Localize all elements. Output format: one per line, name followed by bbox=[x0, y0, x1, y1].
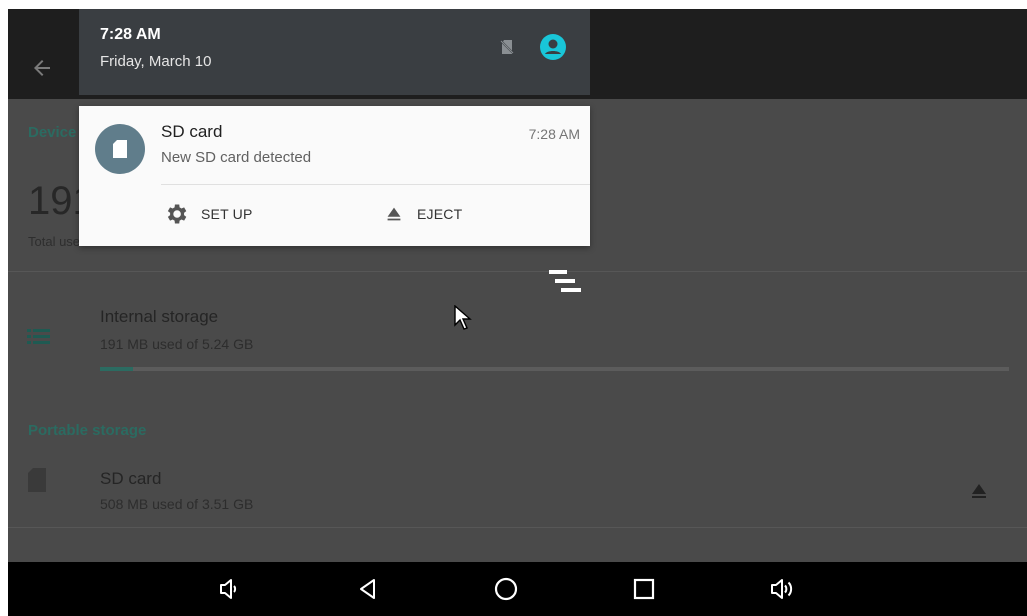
recents-icon[interactable] bbox=[630, 575, 658, 603]
eject-icon[interactable] bbox=[967, 479, 991, 503]
sd-card-icon bbox=[113, 140, 127, 158]
sd-card-subtitle: 508 MB used of 3.51 GB bbox=[100, 496, 254, 512]
eject-button[interactable]: EJECT bbox=[383, 200, 462, 228]
eject-label: EJECT bbox=[417, 206, 463, 222]
back-icon[interactable] bbox=[354, 575, 382, 603]
navigation-bar bbox=[8, 562, 1027, 616]
notification-text: New SD card detected bbox=[161, 149, 312, 166]
no-sim-icon bbox=[500, 40, 514, 54]
notification-divider bbox=[161, 184, 590, 185]
mouse-pointer-icon bbox=[454, 305, 472, 330]
internal-storage-title: Internal storage bbox=[100, 307, 219, 326]
storage-list-icon bbox=[27, 329, 50, 344]
sd-card-notification[interactable]: SD card New SD card detected 7:28 AM SET… bbox=[79, 106, 590, 246]
sd-card-icon bbox=[28, 468, 46, 492]
shade-clock: 7:28 AM bbox=[100, 26, 161, 43]
notification-time: 7:28 AM bbox=[528, 126, 580, 142]
volume-down-icon[interactable] bbox=[215, 575, 243, 603]
internal-storage-progress bbox=[100, 367, 1009, 371]
setup-label: SET UP bbox=[201, 206, 253, 222]
shade-date: Friday, March 10 bbox=[100, 53, 212, 70]
divider bbox=[8, 527, 1027, 528]
recents-drag-glyph bbox=[549, 270, 581, 292]
internal-storage-subtitle: 191 MB used of 5.24 GB bbox=[100, 336, 254, 352]
divider bbox=[8, 271, 1027, 272]
setup-button[interactable]: SET UP bbox=[163, 200, 253, 228]
portable-storage-header: Portable storage bbox=[28, 422, 147, 439]
internal-storage-progress-fill bbox=[100, 367, 133, 371]
notification-shade-header[interactable]: 7:28 AM Friday, March 10 bbox=[79, 9, 590, 95]
home-icon[interactable] bbox=[492, 575, 520, 603]
android-screen: Device storage 191 Total used of 5.24 GB… bbox=[8, 9, 1027, 616]
account-icon[interactable] bbox=[539, 33, 567, 61]
notification-title: SD card bbox=[161, 122, 223, 141]
gear-icon bbox=[167, 204, 187, 224]
back-arrow-icon[interactable] bbox=[30, 56, 54, 80]
volume-up-icon[interactable] bbox=[768, 575, 796, 603]
sd-card-title: SD card bbox=[100, 469, 162, 488]
eject-icon bbox=[387, 207, 401, 221]
notification-avatar bbox=[95, 124, 145, 174]
